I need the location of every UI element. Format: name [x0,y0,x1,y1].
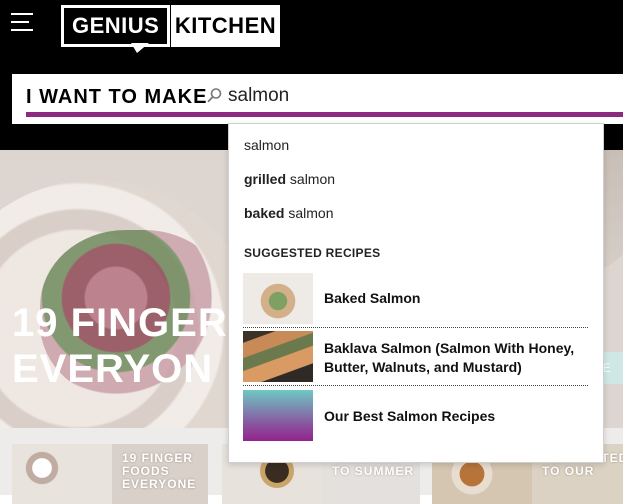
search-icon [207,88,222,103]
genius-kitchen-logo[interactable]: GENIUS KITCHEN [61,5,280,53]
suggestion-bold: grilled [244,171,287,187]
card-thumbnail [12,444,112,504]
suggested-recipe-item[interactable]: Baklava Salmon (Salmon With Honey, Butte… [243,331,588,386]
search-bar: I WANT TO MAKE [12,74,623,124]
autocomplete-dropdown: salmon grilled salmon baked salmon SUGGE… [228,123,604,463]
recipe-title: Our Best Salmon Recipes [324,408,496,424]
suggestion-text: salmon [244,137,290,153]
suggested-recipes-heading: SUGGESTED RECIPES [244,246,381,260]
recipe-thumbnail [243,331,313,382]
search-underline [26,112,623,117]
featured-card[interactable]: 19 FINGER FOODS EVERYONE [12,444,208,504]
suggested-recipe-item[interactable]: Baked Salmon [243,273,588,328]
suggestion-text: salmon [286,171,336,187]
hero-headline-line2: EVERYON [12,347,214,391]
hero-headline: 19 FINGER EVERYON [12,300,228,392]
hero-headline-line1: 19 FINGER [12,301,228,345]
logo-word-kitchen: KITCHEN [171,5,280,47]
search-input[interactable] [228,83,588,109]
suggestion-item[interactable]: salmon [244,137,289,153]
suggestion-item[interactable]: baked salmon [244,205,334,221]
logo-speech-tail [131,43,149,53]
recipe-thumbnail [243,273,313,324]
hamburger-menu-icon[interactable] [11,11,33,33]
suggestion-text: salmon [284,205,334,221]
recipe-thumbnail [243,390,313,441]
suggestion-item[interactable]: grilled salmon [244,171,335,187]
card-label: 19 FINGER FOODS EVERYONE [122,451,197,491]
recipe-title: Baklava Salmon (Salmon With Honey, Butte… [324,340,575,375]
recipe-title: Baked Salmon [324,290,421,306]
logo-word-genius: GENIUS [61,5,171,47]
divider [243,327,588,328]
divider [243,385,588,386]
search-prompt-label: I WANT TO MAKE [26,86,208,108]
suggestion-bold: baked [244,205,285,221]
suggested-recipe-item[interactable]: Our Best Salmon Recipes [243,390,588,442]
